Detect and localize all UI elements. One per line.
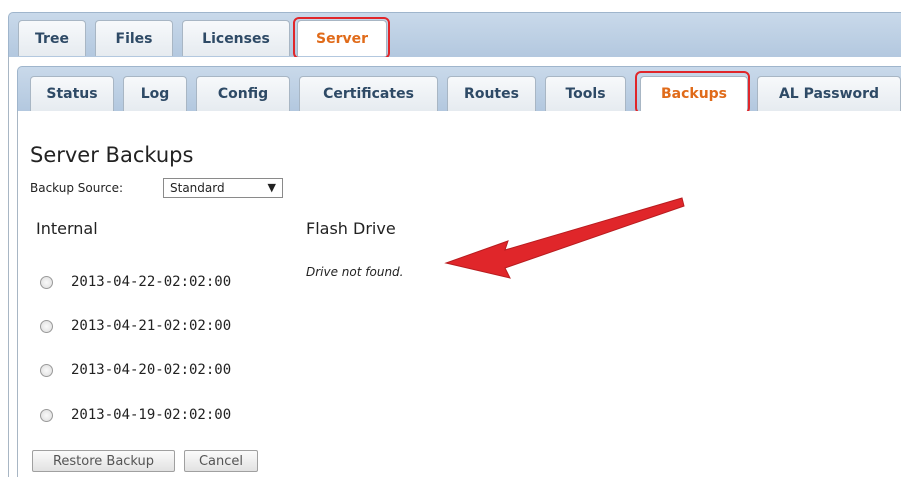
annotation-arrow-icon xyxy=(444,197,685,279)
